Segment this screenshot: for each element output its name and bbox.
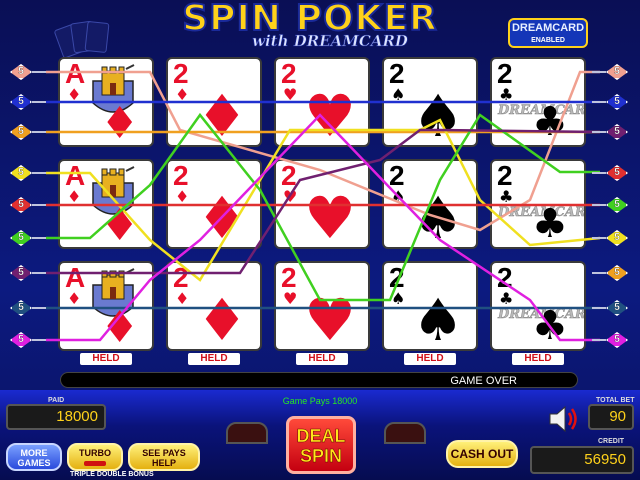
game-screen: SPIN POKER with DREAMCARD DREAMCARD ENAB… — [0, 0, 640, 480]
payline-indicator-right-2: 5 — [592, 94, 628, 110]
card-suit-small: ♦ — [67, 85, 82, 104]
total-bet-meter: 90 — [588, 404, 634, 430]
card-r3-c2: ♦ 2 ♦ — [166, 261, 262, 351]
payline-indicator-left-4: 5 — [10, 165, 46, 181]
payline-indicator-right-6: 5 — [592, 230, 628, 246]
turbo-label: TURBO — [79, 448, 111, 458]
held-label-5: HELD — [512, 353, 564, 365]
credit-label: CREDIT — [598, 438, 625, 445]
card-suit-big: ♦ — [100, 98, 140, 147]
turbo-indicator — [84, 461, 106, 466]
card-r1-c3: ♥ 2 ♥ — [274, 57, 370, 147]
card-suit-big: ♦ — [196, 184, 248, 249]
card-suit-small: ♦ — [175, 289, 190, 308]
card-r3-c5: DREAMCARD♣2♣ — [490, 261, 586, 351]
card-suit-small: ♠ — [391, 289, 406, 308]
card-suit-small: ♦ — [175, 187, 190, 206]
card-r3-c4: ♠ 2 ♠ — [382, 261, 478, 351]
card-r2-c2: ♦ 2 ♦ — [166, 159, 262, 249]
right-bet-button[interactable] — [384, 422, 426, 444]
card-suit-big: ♠ — [412, 286, 464, 351]
card-suit-small: ♦ — [175, 85, 190, 104]
total-bet-label: TOTAL BET — [596, 397, 635, 404]
card-suit-small: ♥ — [283, 187, 298, 206]
card-suit-small: ♦ — [67, 187, 82, 206]
message-bar: GAME OVER — [60, 372, 578, 388]
payline-indicator-right-5: 5 — [592, 197, 628, 213]
card-suit-big: ♣ — [532, 99, 568, 145]
card-r1-c1: ♦ A ♦ — [58, 57, 154, 147]
card-suit-big: ♥ — [304, 286, 356, 351]
payline-indicator-right-1: 5 — [592, 64, 628, 80]
card-suit-small: ♠ — [391, 187, 406, 206]
card-grid: ♦A♦♦2♦♥2♥♠2♠DREAMCARD♣2♣♦A♦♦2♦♥2♥♠2♠DREA… — [50, 55, 600, 365]
held-label-2: HELD — [188, 353, 240, 365]
badge-line2: ENABLED — [531, 37, 565, 44]
payline-indicator-right-3: 5 — [592, 124, 628, 140]
more-games-button[interactable]: MORE GAMES — [6, 443, 62, 471]
card-suit-small: ♠ — [391, 85, 406, 104]
deal-spin-button[interactable]: DEAL SPIN — [286, 416, 356, 474]
card-r2-c5: DREAMCARD♣2♣ — [490, 159, 586, 249]
card-suit-big: ♦ — [100, 302, 140, 351]
card-r1-c4: ♠ 2 ♠ — [382, 57, 478, 147]
card-suit-small: ♣ — [499, 85, 514, 104]
held-label-3: HELD — [296, 353, 348, 365]
see-pays-help-button[interactable]: SEE PAYS HELP — [128, 443, 200, 471]
payline-indicator-right-7: 5 — [592, 265, 628, 281]
payline-indicator-left-5: 5 — [10, 197, 46, 213]
held-label-4: HELD — [404, 353, 456, 365]
payline-indicator-left-6: 5 — [10, 230, 46, 246]
card-suit-small: ♦ — [67, 289, 82, 308]
card-suit-big: ♥ — [304, 82, 356, 147]
game-pays-text: Game Pays 18000 — [282, 396, 358, 406]
game-variant-label: TRIPLE DOUBLE BONUS — [70, 471, 154, 478]
payline-indicator-right-8: 5 — [592, 300, 628, 316]
credit-meter: 56950 — [530, 446, 634, 474]
card-r2-c1: ♦ A ♦ — [58, 159, 154, 249]
payline-indicator-left-3: 5 — [10, 124, 46, 140]
card-suit-big: ♠ — [412, 82, 464, 147]
card-suit-big: ♥ — [304, 184, 356, 249]
card-suit-big: ♦ — [196, 286, 248, 351]
payline-indicator-left-7: 5 — [10, 265, 46, 281]
dreamcard-enabled-badge: DREAMCARD ENABLED — [508, 18, 588, 48]
card-suit-small: ♥ — [283, 85, 298, 104]
turbo-button[interactable]: TURBO — [67, 443, 123, 471]
status-message: GAME OVER — [450, 375, 517, 387]
cards-logo-icon — [53, 20, 128, 59]
card-r1-c2: ♦ 2 ♦ — [166, 57, 262, 147]
payline-indicator-left-1: 5 — [10, 64, 46, 80]
card-r2-c4: ♠ 2 ♠ — [382, 159, 478, 249]
card-suit-big: ♣ — [532, 201, 568, 247]
card-r3-c3: ♥ 2 ♥ — [274, 261, 370, 351]
payline-indicator-left-9: 5 — [10, 332, 46, 348]
card-suit-big: ♠ — [412, 184, 464, 249]
card-r1-c5: DREAMCARD♣2♣ — [490, 57, 586, 147]
cash-out-button[interactable]: CASH OUT — [446, 440, 518, 468]
paid-label: PAID — [48, 397, 65, 404]
card-suit-small: ♣ — [499, 289, 514, 308]
payline-indicator-left-8: 5 — [10, 300, 46, 316]
game-title: SPIN POKER with DREAMCARD — [130, 0, 490, 52]
payline-indicator-left-2: 5 — [10, 94, 46, 110]
card-suit-small: ♥ — [283, 289, 298, 308]
payline-indicator-right-9: 5 — [592, 332, 628, 348]
card-suit-big: ♦ — [196, 82, 248, 147]
card-r2-c3: ♥ 2 ♥ — [274, 159, 370, 249]
paid-meter: 18000 — [6, 404, 106, 430]
held-label-1: HELD — [80, 353, 132, 365]
card-suit-big: ♦ — [100, 200, 140, 249]
speaker-icon[interactable] — [546, 403, 580, 435]
left-bet-button[interactable] — [226, 422, 268, 444]
card-suit-big: ♣ — [532, 303, 568, 349]
badge-line1: DREAMCARD — [511, 22, 585, 34]
card-suit-small: ♣ — [499, 187, 514, 206]
card-r3-c1: ♦ A ♦ — [58, 261, 154, 351]
payline-indicator-right-4: 5 — [592, 165, 628, 181]
